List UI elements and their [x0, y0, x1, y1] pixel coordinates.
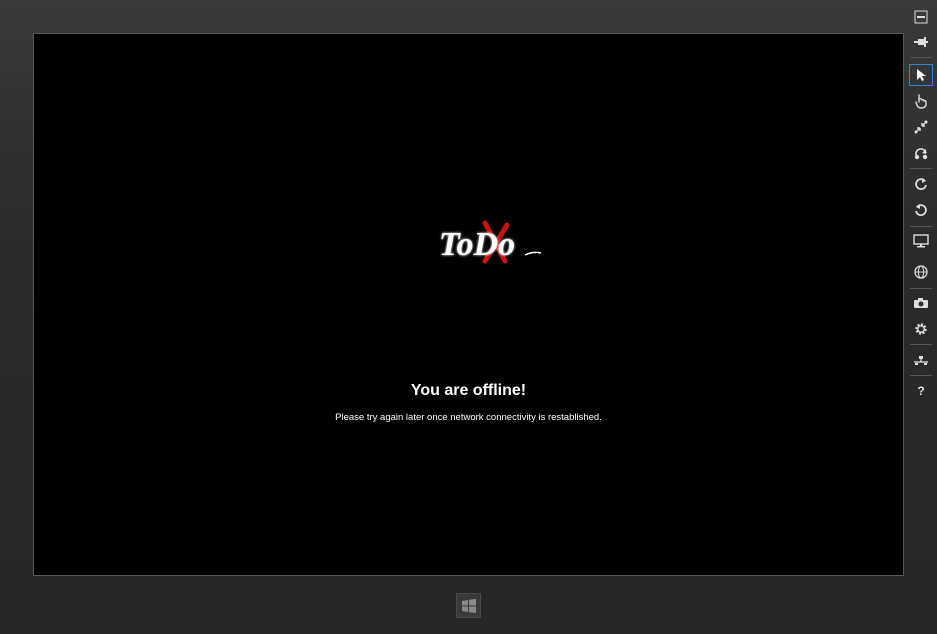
logo-text: ToDo	[439, 226, 515, 263]
windows-logo-icon	[461, 598, 476, 613]
rotate-counterclockwise-icon	[915, 204, 927, 216]
help-icon: ?	[917, 384, 925, 398]
toolbar-separator	[910, 168, 932, 169]
mouse-pointer-icon	[917, 69, 926, 81]
todo-logo: ToDo	[407, 217, 547, 267]
rotate-clockwise-button[interactable]	[909, 173, 933, 195]
screenshot-button[interactable]	[909, 292, 933, 314]
screenshot-settings-button[interactable]	[909, 318, 933, 340]
pin-icon	[914, 37, 928, 47]
always-on-top-button[interactable]	[909, 31, 933, 53]
rotate-counterclockwise-button[interactable]	[909, 199, 933, 221]
settings-gear-icon	[915, 323, 927, 335]
location-globe-icon	[914, 265, 928, 279]
rotation-touch-button[interactable]	[909, 142, 933, 164]
touch-mode-button[interactable]	[909, 90, 933, 112]
toolbar-separator	[910, 288, 932, 289]
minimize-icon	[914, 10, 928, 24]
app-screen: ToDo You are offline! Please try again l…	[33, 33, 904, 576]
toolbar-separator	[910, 344, 932, 345]
network-properties-button[interactable]	[909, 349, 933, 371]
toolbar-separator	[910, 226, 932, 227]
minimize-button[interactable]	[909, 6, 933, 28]
rotate-clockwise-icon	[915, 178, 927, 190]
offline-title: You are offline!	[410, 382, 527, 399]
screenshot-camera-icon	[914, 298, 928, 308]
pinch-zoom-button[interactable]	[909, 116, 933, 138]
rotate-touch-icon	[914, 148, 928, 160]
change-resolution-button[interactable]	[909, 230, 933, 252]
resolution-monitor-icon	[913, 234, 929, 248]
set-location-button[interactable]	[909, 261, 933, 283]
network-icon	[914, 356, 928, 365]
toolbar-separator	[910, 375, 932, 376]
mouse-mode-button[interactable]	[909, 64, 933, 86]
pinch-zoom-icon	[914, 120, 928, 134]
help-button[interactable]: ?	[909, 380, 933, 402]
windows-start-button[interactable]	[456, 593, 481, 618]
toolbar-separator	[910, 57, 932, 58]
offline-message: Please try again later once network conn…	[335, 412, 602, 423]
touch-hand-icon	[915, 94, 927, 109]
